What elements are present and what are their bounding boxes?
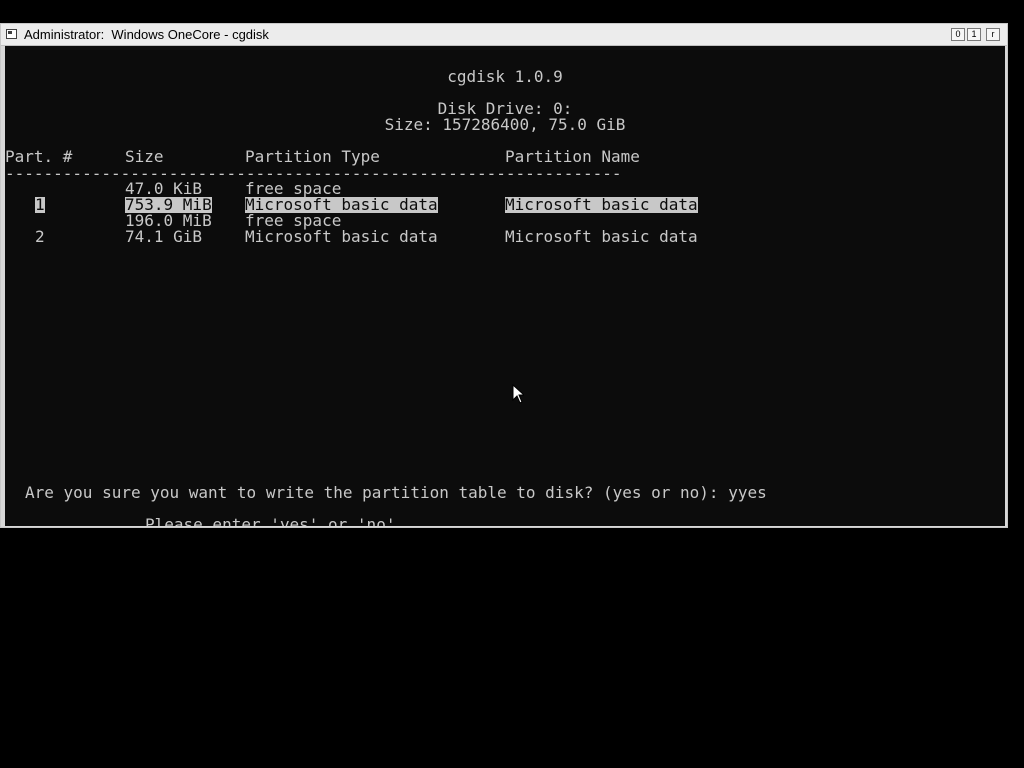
- console-app-icon[interactable]: [6, 29, 17, 39]
- console-output[interactable]: cgdisk 1.0.9 Disk Drive: 0: Size: 157286…: [5, 46, 1005, 526]
- row-3-size: 74.1 GiB: [125, 227, 203, 246]
- row-3-part-number: 2: [35, 227, 45, 246]
- console-window: Administrator: Windows OneCore - cgdisk …: [0, 23, 1008, 528]
- disk-size-label: Size: 157286400, 75.0 GiB: [384, 115, 626, 134]
- row-1-part-number: 1: [35, 195, 45, 214]
- row-3-type: Microsoft basic data: [245, 227, 438, 246]
- partition-row-2[interactable]: 2 74.1 GiB Microsoft basic data Microsof…: [5, 229, 1005, 245]
- header-size: Size: [125, 147, 164, 166]
- close-button[interactable]: r: [986, 28, 1000, 41]
- confirm-prompt[interactable]: Are you sure you want to write the parti…: [25, 485, 767, 501]
- window-title: Administrator: Windows OneCore - cgdisk: [24, 27, 269, 42]
- header-part-number: Part. #: [5, 147, 73, 166]
- row-1-name: Microsoft basic data: [505, 195, 698, 214]
- input-error-message: Please enter 'yes' or 'no': [145, 515, 396, 527]
- row-3-name: Microsoft basic data: [505, 227, 698, 246]
- header-partition-type: Partition Type: [245, 147, 380, 166]
- app-title: cgdisk 1.0.9: [447, 67, 563, 86]
- title-bar[interactable]: Administrator: Windows OneCore - cgdisk …: [1, 24, 1007, 46]
- maximize-button[interactable]: 1: [967, 28, 981, 41]
- header-partition-name: Partition Name: [505, 147, 640, 166]
- mouse-pointer-icon: [512, 384, 524, 404]
- minimize-button[interactable]: 0: [951, 28, 965, 41]
